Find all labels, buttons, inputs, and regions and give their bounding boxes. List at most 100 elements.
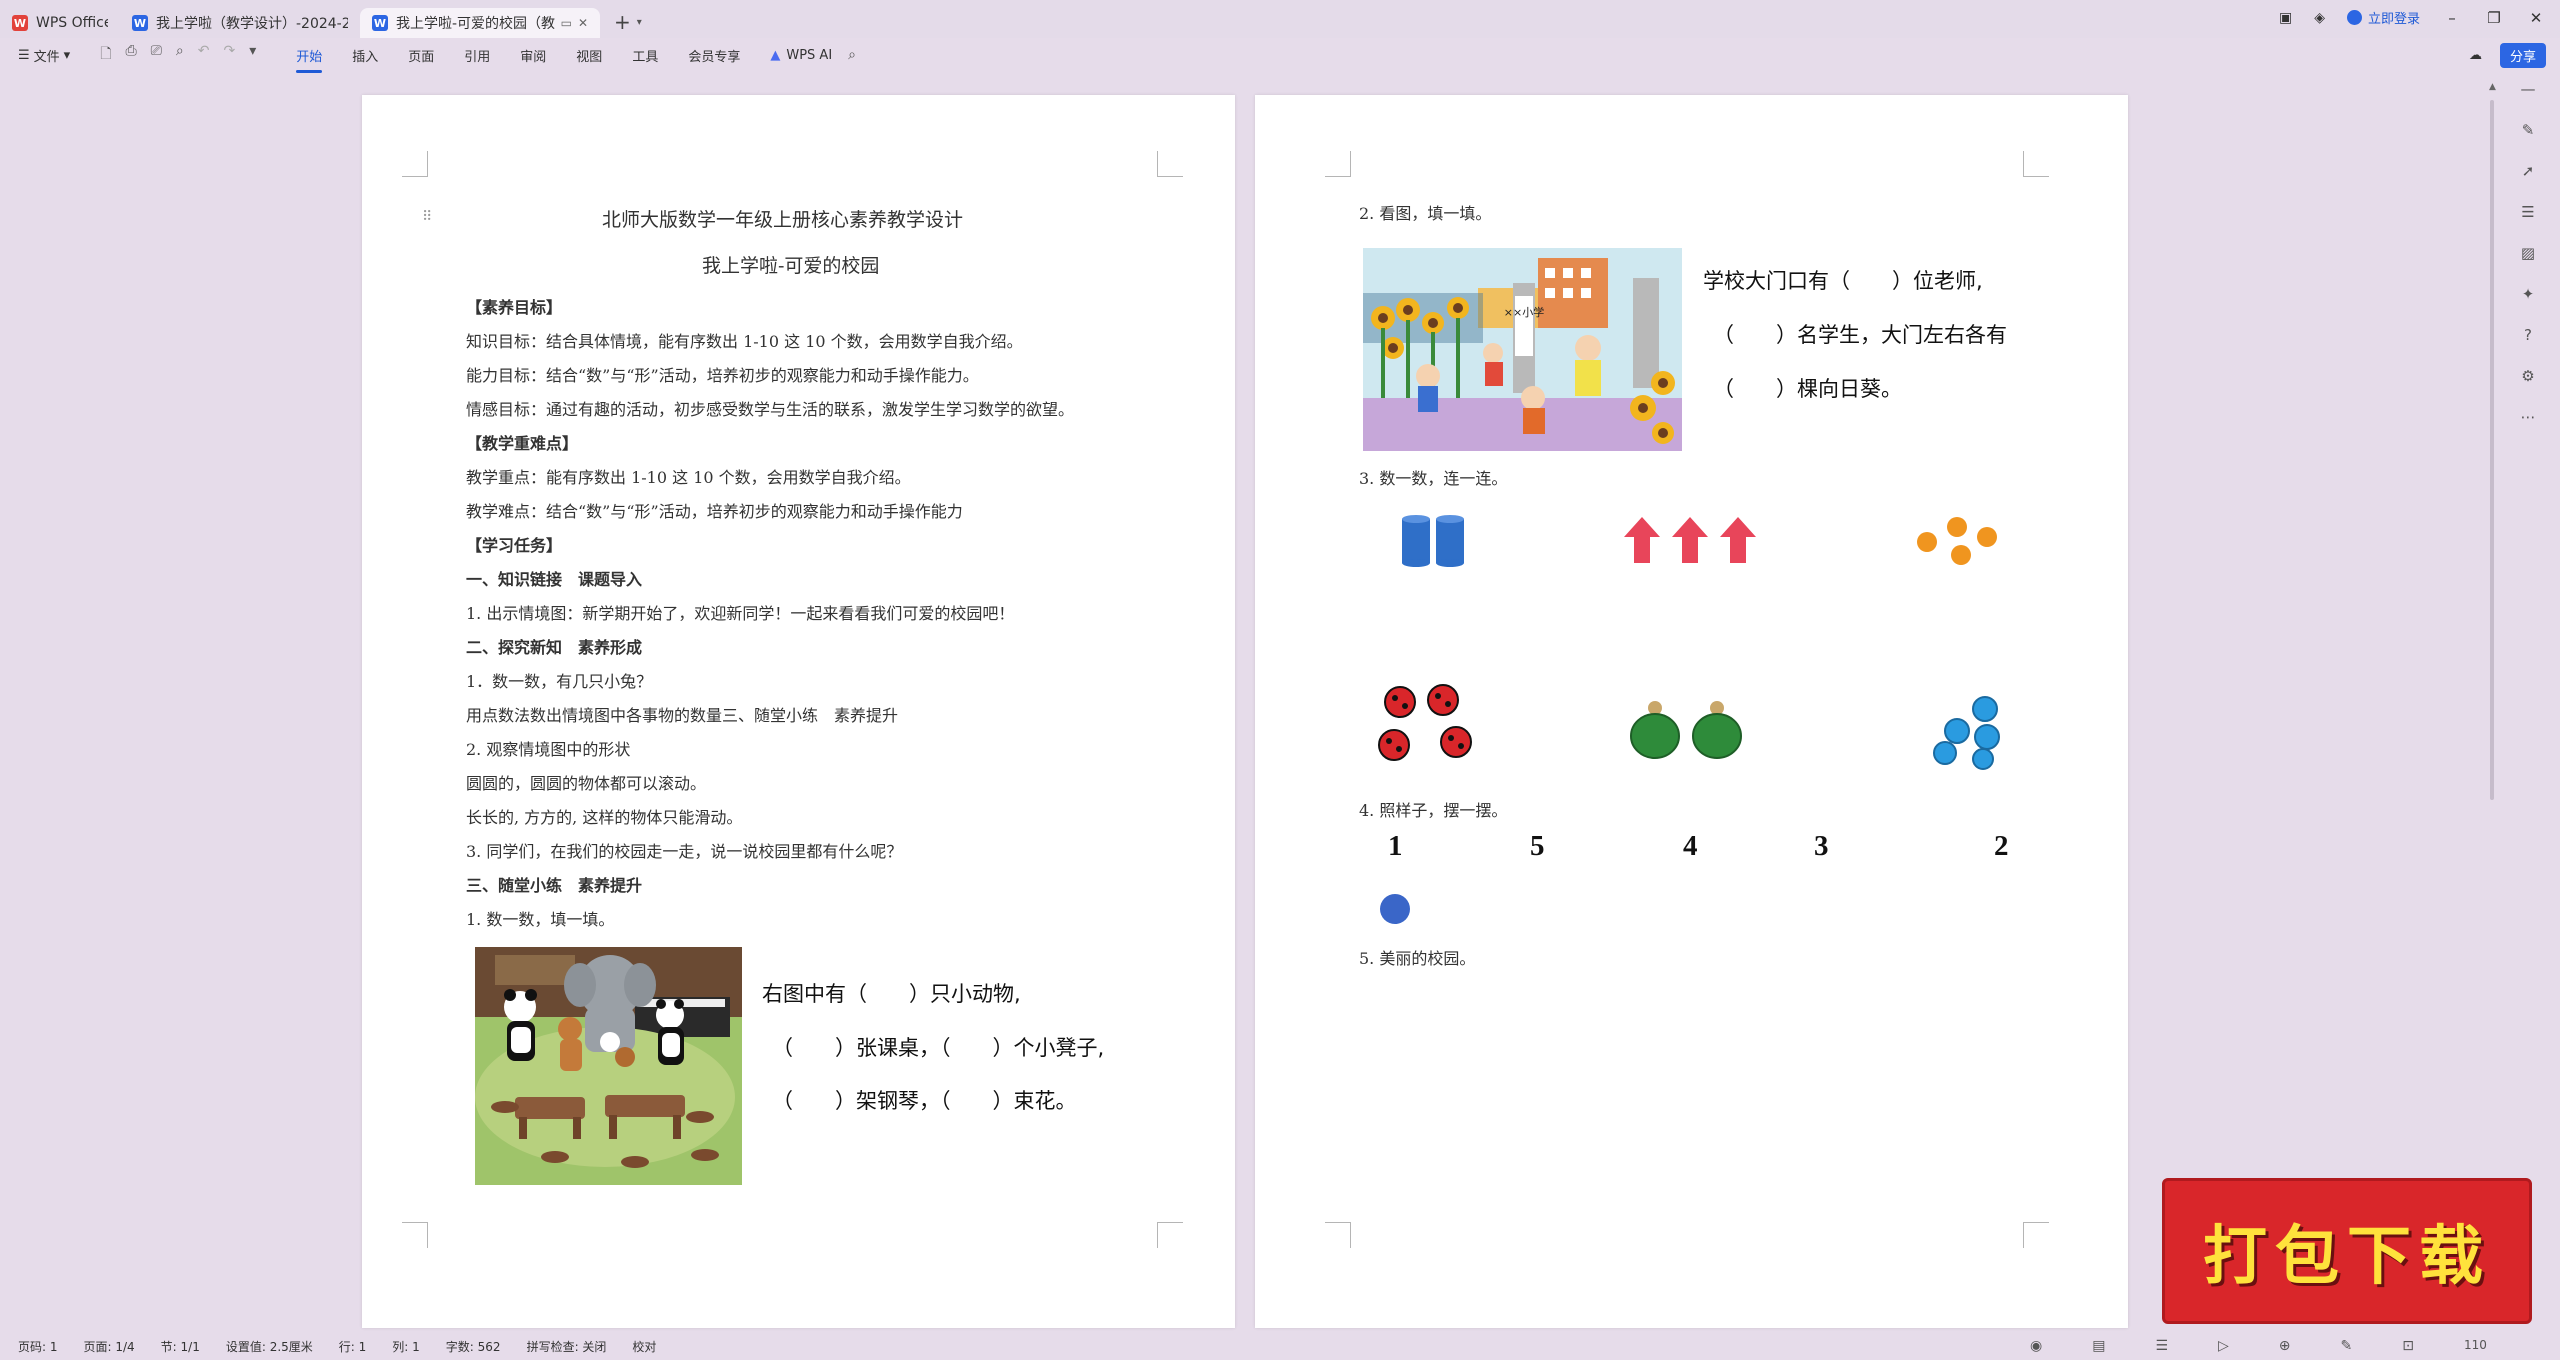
word-doc-icon: W [372, 15, 388, 31]
tab-page[interactable]: 页面 [408, 42, 434, 69]
tab-references[interactable]: 引用 [464, 42, 490, 69]
chevron-down-icon[interactable]: ▾ [249, 43, 256, 67]
restore-icon[interactable]: ❐ [2484, 9, 2504, 27]
more-icon[interactable]: ⋯ [2521, 408, 2536, 426]
document-page-1[interactable]: ⠿ 北师大版数学一年级上册核心素养教学设计 我上学啦-可爱的校园 【素养目标】 … [362, 95, 1235, 1328]
status-page[interactable]: 页码: 1 [18, 1338, 58, 1355]
number-label: 4 [1683, 830, 1698, 862]
margin-corner [402, 151, 428, 177]
eye-icon[interactable]: ◉ [2030, 1338, 2042, 1354]
status-row[interactable]: 行: 1 [339, 1338, 367, 1355]
search-icon[interactable]: ⌕ [848, 47, 856, 63]
zoom-level[interactable]: 110 [2464, 1338, 2487, 1354]
question-5-title: 5. 美丽的校园。 [1359, 949, 1476, 968]
document-title: 北师大版数学一年级上册核心素养教学设计 [602, 209, 964, 231]
collapse-icon[interactable]: — [2521, 80, 2536, 98]
status-pages[interactable]: 页面: 1/4 [84, 1338, 135, 1355]
fill-blank-line: 右图中有（ ）只小动物, [762, 982, 1021, 1006]
settings-sliders-icon[interactable]: ☰ [2521, 203, 2534, 221]
margin-corner [1325, 151, 1351, 177]
margin-corner [1325, 1222, 1351, 1248]
print-icon[interactable]: ⎚ [151, 43, 162, 67]
file-menu-button[interactable]: ☰ 文件 ▾ [18, 46, 70, 65]
play-icon[interactable]: ▷ [2218, 1338, 2229, 1354]
login-button[interactable]: 立即登录 [2346, 8, 2420, 27]
pen-mode-icon[interactable]: ✎ [2341, 1338, 2353, 1354]
toolbox-icon[interactable]: ⚙ [2521, 367, 2534, 385]
tab-insert[interactable]: 插入 [352, 42, 378, 69]
avatar-icon [2346, 10, 2362, 25]
redo-icon[interactable]: ↷ [223, 43, 235, 67]
menu-icon: ☰ [18, 47, 30, 63]
drag-handle-icon[interactable]: ⠿ [422, 209, 432, 225]
web-view-icon[interactable]: ⊕ [2279, 1338, 2291, 1354]
cube-icon[interactable]: ◈ [2314, 10, 2325, 26]
window-mode-icon[interactable]: ▭ [561, 16, 572, 30]
download-badge[interactable]: 打包下载 [2162, 1178, 2532, 1324]
help-icon[interactable]: ? [2524, 326, 2532, 344]
tab-view[interactable]: 视图 [576, 42, 602, 69]
cylinders-icon [1402, 515, 1464, 567]
tab-member[interactable]: 会员专享 [688, 42, 740, 69]
school-gate-picture: ××小学 [1363, 248, 1682, 451]
status-section[interactable]: 节: 1/1 [161, 1338, 200, 1355]
tab-label: 我上学啦（教学设计）-2024-2025学 [156, 16, 348, 32]
number-label: 5 [1530, 830, 1545, 862]
print-preview-icon[interactable]: ⌕ [176, 43, 184, 67]
window-layout-icon[interactable]: ▣ [2279, 10, 2292, 26]
magic-wand-icon[interactable]: ✦ [2522, 285, 2535, 303]
outline-view-icon[interactable]: ☰ [2155, 1338, 2168, 1354]
minimize-icon[interactable]: – [2442, 9, 2462, 27]
status-spell-check[interactable]: 拼写检查: 关闭 [527, 1338, 607, 1355]
tab-document-1[interactable]: W 我上学啦（教学设计）-2024-2025学 [120, 8, 360, 38]
status-proofread[interactable]: 校对 [632, 1338, 656, 1355]
scroll-up-icon[interactable]: ▲ [2489, 82, 2496, 92]
blue-creatures-icon [1933, 696, 2000, 770]
number-label: 2 [1994, 830, 2009, 862]
blue-circle-example [1380, 894, 1410, 924]
section-heading: 一、知识链接 课题导入 [466, 570, 643, 589]
file-menu-label: 文件 [33, 49, 60, 65]
chevron-down-icon[interactable]: ▾ [637, 17, 642, 28]
classroom-animals-picture [475, 947, 742, 1185]
orange-dots-icon [1917, 517, 1997, 565]
title-bar-controls: ▣ ◈ 立即登录 – ❐ ✕ [2279, 8, 2546, 28]
page-view-icon[interactable]: ▤ [2092, 1338, 2105, 1354]
wps-ai-button[interactable]: ▲ WPS AI [770, 48, 832, 63]
tab-review[interactable]: 审阅 [520, 42, 546, 69]
margin-corner [1157, 151, 1183, 177]
tab-document-2-active[interactable]: W 我上学啦-可爱的校园（教案） ▭ ✕ [360, 8, 600, 38]
fit-icon[interactable]: ⊡ [2402, 1338, 2414, 1354]
pen-icon[interactable]: ✎ [2522, 121, 2535, 139]
tab-wps-office[interactable]: W WPS Office [0, 8, 120, 38]
wps-logo-icon: W [12, 15, 28, 31]
cloud-sync-icon[interactable]: ☁ [2469, 48, 2482, 63]
export-icon[interactable]: ⎙ [125, 43, 136, 67]
undo-icon[interactable]: ↶ [198, 43, 210, 67]
section-heading: 二、探究新知 素养形成 [466, 638, 643, 657]
ribbon-tabs: 开始 插入 页面 引用 审阅 视图 工具 会员专享 [296, 42, 740, 73]
document-page-2[interactable]: 2. 看图，填一填。 ××小学 学校大门口有（ ）位老师, （ ）名学生，大门左… [1255, 95, 2128, 1328]
select-cursor-icon[interactable]: ➚ [2522, 162, 2535, 180]
save-icon[interactable]: 🗋 [100, 43, 111, 67]
paragraph: 用点数法数出情境图中各事物的数量三、随堂小练 素养提升 [466, 706, 899, 725]
ai-icon: ▲ [770, 47, 781, 63]
vertical-scrollbar[interactable]: ▲ [2486, 82, 2498, 1322]
status-column[interactable]: 列: 1 [392, 1338, 420, 1355]
status-setting[interactable]: 设置值: 2.5厘米 [226, 1338, 313, 1355]
fill-blank-line: （ ）棵向日葵。 [1713, 377, 1902, 401]
ladybugs-icon [1378, 684, 1472, 761]
new-tab-icon[interactable]: + [614, 10, 631, 34]
share-button[interactable]: 分享 [2499, 42, 2546, 68]
image-icon[interactable]: ▨ [2521, 244, 2535, 262]
document-subtitle: 我上学啦-可爱的校园 [702, 255, 880, 277]
close-window-icon[interactable]: ✕ [2526, 9, 2546, 27]
close-tab-icon[interactable]: ✕ [578, 16, 588, 30]
right-sidebar: — ✎ ➚ ☰ ▨ ✦ ? ⚙ ⋯ [2508, 80, 2548, 426]
status-word-count[interactable]: 字数: 562 [446, 1338, 501, 1355]
title-bar: W WPS Office W 我上学啦（教学设计）-2024-2025学 W 我… [0, 0, 2560, 38]
tab-tools[interactable]: 工具 [632, 42, 658, 69]
tab-home[interactable]: 开始 [296, 42, 323, 73]
scroll-thumb[interactable] [2490, 100, 2494, 800]
fill-blank-line: （ ）架钢琴，（ ）束花。 [772, 1089, 1077, 1113]
